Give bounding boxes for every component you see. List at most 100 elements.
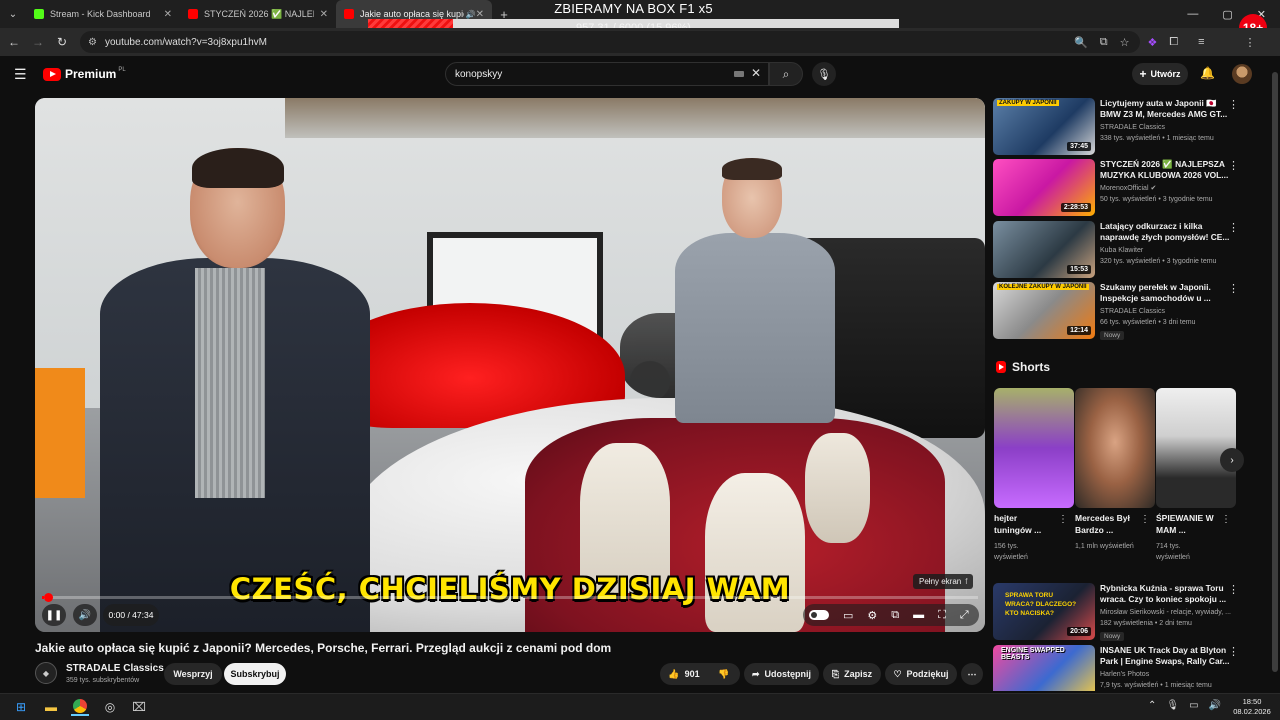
search-input[interactable]: konopskyy: [445, 62, 769, 86]
video-progress-bar[interactable]: [42, 593, 978, 602]
volume-icon[interactable]: 🔊: [1209, 700, 1221, 711]
pause-button[interactable]: ❚❚: [42, 604, 66, 626]
video-thumbnail[interactable]: SPRAWA TORU WRACA? DLACZEGO? KTO NACISKA…: [993, 583, 1095, 640]
recommendation-title[interactable]: Latający odkurzacz i kilka naprawdę złyc…: [1100, 221, 1232, 243]
more-vertical-icon[interactable]: ⋮: [1228, 645, 1239, 658]
recommendation-title[interactable]: Licytujemy auta w Japonii 🇯🇵 BMW Z3 M, M…: [1100, 98, 1232, 120]
menu-hamburger-icon[interactable]: ☰: [14, 66, 27, 83]
subtitles-icon[interactable]: ▭: [843, 609, 853, 622]
forward-icon[interactable]: →: [26, 35, 50, 49]
tab-search-button[interactable]: ⌄: [0, 0, 26, 28]
channel-avatar[interactable]: ◆: [35, 662, 57, 684]
dislike-button[interactable]: 👎: [708, 663, 740, 685]
settings-gear-icon[interactable]: ⚙: [867, 609, 877, 622]
recommendation-item[interactable]: KOLEJNE ZAKUPY W JAPONII 12:14 Szukamy p…: [993, 282, 1243, 340]
theater-mode-icon[interactable]: ▬: [913, 609, 924, 621]
more-vertical-icon[interactable]: ⋮: [1058, 514, 1068, 525]
video-thumbnail[interactable]: 15:53: [993, 221, 1095, 278]
search-button[interactable]: ⌕: [769, 62, 803, 86]
more-vertical-icon[interactable]: ⋮: [1221, 514, 1231, 525]
display-icon[interactable]: ▭: [1189, 700, 1198, 711]
more-vertical-icon[interactable]: ⋮: [1140, 514, 1150, 525]
short-thumbnail[interactable]: [1156, 388, 1236, 508]
video-player[interactable]: CZEŚĆ, CHCIELIŚMY DZISIAJ WAM Pełny ekra…: [35, 98, 985, 632]
more-vertical-icon[interactable]: ⋮: [1228, 282, 1239, 295]
cast-icon[interactable]: ⛶: [938, 609, 946, 622]
more-vertical-icon[interactable]: ⋮: [1228, 221, 1239, 234]
close-icon[interactable]: ✕: [320, 9, 328, 20]
create-button[interactable]: + Utwórz: [1132, 63, 1188, 85]
video-thumbnail[interactable]: ZAKUPY W JAPONII 37:45: [993, 98, 1095, 155]
more-vertical-icon[interactable]: ⋮: [1228, 583, 1239, 596]
zoom-icon[interactable]: 🔍: [1074, 36, 1088, 49]
thanks-button[interactable]: ♡ Podziękuj: [885, 663, 957, 685]
windows-start-icon[interactable]: ⊞: [12, 698, 30, 716]
close-icon[interactable]: ✕: [164, 9, 172, 20]
recommendation-item[interactable]: ZAKUPY W JAPONII 37:45 Licytujemy auta w…: [993, 98, 1243, 156]
support-button[interactable]: Wesprzyj: [164, 663, 222, 685]
channel-name[interactable]: STRADALE Classics: [66, 663, 164, 674]
recommendation-item[interactable]: 15:53 Latający odkurzacz i kilka naprawd…: [993, 221, 1243, 279]
youtube-premium-logo[interactable]: Premium PL: [43, 67, 126, 81]
logo-region: PL: [118, 67, 126, 73]
chevron-right-icon[interactable]: ›: [1220, 448, 1244, 472]
browser-tab-kick[interactable]: Stream - Kick Dashboard ✕: [26, 0, 180, 28]
share-button[interactable]: ➦ Udostępnij: [744, 663, 819, 685]
miniplayer-icon[interactable]: ⧉: [891, 609, 899, 622]
autoplay-toggle[interactable]: [809, 610, 829, 620]
extensions-puzzle-icon[interactable]: ⧠: [1169, 36, 1178, 49]
obs-icon[interactable]: ◎: [101, 698, 119, 716]
recommendation-title[interactable]: STYCZEŃ 2026 ✅ NAJLEPSZA MUZYKA KLUBOWA …: [1100, 159, 1232, 181]
notifications-bell-icon[interactable]: 🔔: [1200, 66, 1215, 80]
recommendation-item[interactable]: ENGINE SWAPPED BEASTS INSANE UK Track Da…: [993, 645, 1243, 691]
page-scrollbar[interactable]: [1272, 72, 1278, 672]
media-control-icon[interactable]: ≡: [1198, 36, 1204, 48]
keyboard-icon[interactable]: [734, 71, 744, 77]
fullscreen-icon[interactable]: ⤢: [960, 609, 969, 622]
volume-button[interactable]: 🔊: [73, 604, 97, 626]
short-title[interactable]: hejter tuningów ...: [994, 512, 1054, 536]
voice-search-button[interactable]: 🎙: [812, 62, 836, 86]
back-icon[interactable]: ←: [2, 35, 26, 49]
recommendation-item[interactable]: SPRAWA TORU WRACA? DLACZEGO? KTO NACISKA…: [993, 583, 1243, 641]
menu-kebab-icon[interactable]: ⋮: [1245, 36, 1256, 49]
bookmark-star-icon[interactable]: ☆: [1120, 36, 1130, 49]
url-field[interactable]: ⚙ youtube.com/watch?v=3oj8xpu1hvM: [80, 31, 1140, 53]
video-scrubber-handle[interactable]: [44, 593, 53, 602]
chevron-up-icon[interactable]: ⌃: [1148, 700, 1156, 711]
install-app-icon[interactable]: ⧉: [1100, 36, 1108, 49]
more-vertical-icon[interactable]: ⋮: [1228, 159, 1239, 172]
fullscreen-tooltip: Pełny ekran f: [913, 574, 974, 589]
recommendation-title[interactable]: Rybnicka Kuźnia - sprawa Toru wraca. Czy…: [1100, 583, 1232, 605]
maximize-icon[interactable]: ▢: [1222, 8, 1232, 21]
app-icon[interactable]: ⌧: [130, 698, 148, 716]
file-explorer-icon[interactable]: ▬: [42, 698, 60, 716]
video-thumbnail[interactable]: 2:28:53: [993, 159, 1095, 216]
video-thumbnail[interactable]: ENGINE SWAPPED BEASTS: [993, 645, 1095, 691]
subscribe-button[interactable]: Subskrybuj: [224, 663, 286, 685]
video-thumbnail[interactable]: KOLEJNE ZAKUPY W JAPONII 12:14: [993, 282, 1095, 339]
clear-search-icon[interactable]: ✕: [751, 66, 761, 80]
short-title[interactable]: Mercedes Był Bardzo ...: [1075, 512, 1135, 536]
short-thumbnail[interactable]: [994, 388, 1074, 508]
taskbar-clock[interactable]: 18:50 08.02.2026: [1228, 697, 1276, 717]
site-info-icon[interactable]: ⚙: [88, 37, 97, 48]
like-button[interactable]: 👍 901: [660, 663, 708, 685]
recommendation-title[interactable]: INSANE UK Track Day at Blyton Park | Eng…: [1100, 645, 1232, 667]
short-title[interactable]: ŚPIEWANIE W MAM ...: [1156, 512, 1216, 536]
microphone-icon[interactable]: 🎙: [1166, 700, 1179, 711]
browser-tab-music[interactable]: STYCZEŃ 2026 ✅ NAJLEPSZA ✕: [180, 0, 336, 28]
chrome-icon[interactable]: [71, 698, 89, 716]
account-avatar[interactable]: [1232, 64, 1252, 84]
short-thumbnail[interactable]: [1075, 388, 1155, 508]
recommendation-title[interactable]: Szukamy perełek w Japonii. Inspekcje sam…: [1100, 282, 1232, 304]
save-button[interactable]: ⎘ Zapisz: [823, 663, 881, 685]
recommendation-item[interactable]: 2:28:53 STYCZEŃ 2026 ✅ NAJLEPSZA MUZYKA …: [993, 159, 1243, 217]
minimize-icon[interactable]: —: [1187, 8, 1198, 20]
more-vertical-icon[interactable]: ⋮: [1228, 98, 1239, 111]
reload-icon[interactable]: ↻: [50, 35, 74, 49]
extension-icon[interactable]: ❖: [1147, 36, 1157, 49]
more-actions-button[interactable]: ⋯: [961, 663, 983, 685]
time-text: 0:00 / 47:34: [108, 610, 154, 620]
thumbs-up-icon: 👍: [668, 668, 680, 679]
